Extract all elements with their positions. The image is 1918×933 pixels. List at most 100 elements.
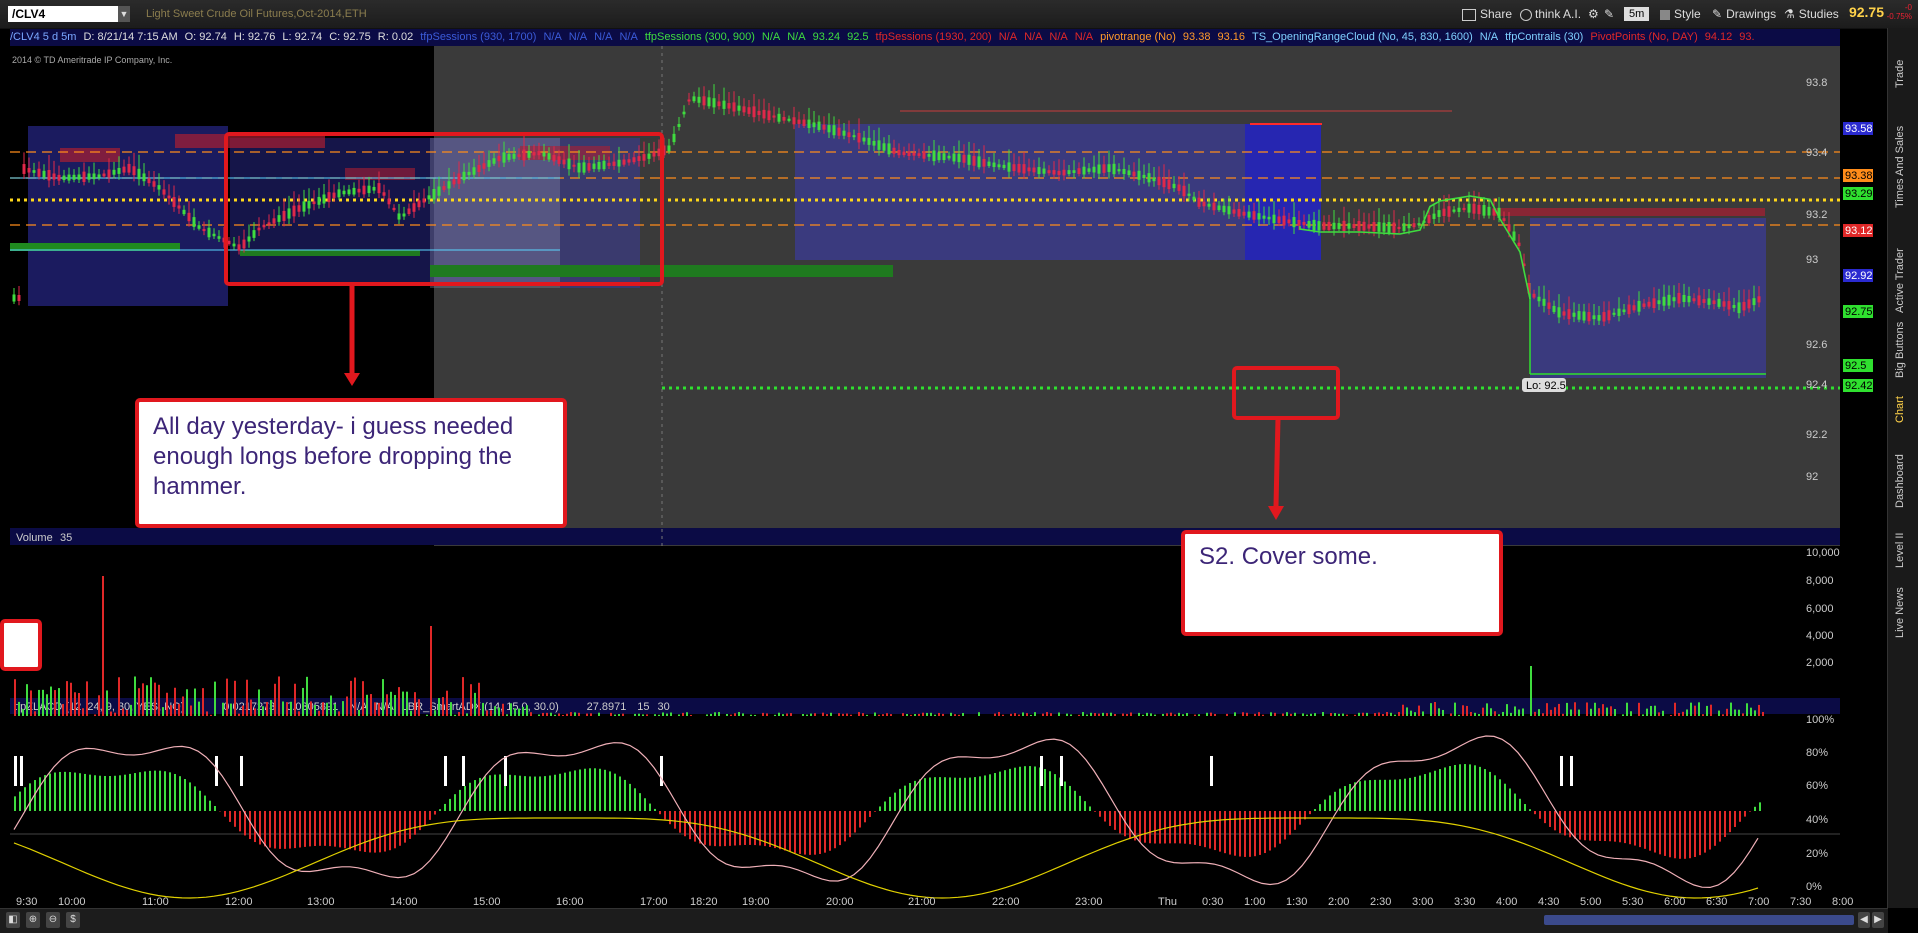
volume-bar [1638, 703, 1640, 716]
histogram-bar [159, 771, 161, 811]
symbol-dropdown-icon[interactable]: ▼ [118, 6, 130, 22]
panel-toggle-icon[interactable]: ◧ [6, 912, 20, 928]
histogram-bar [919, 779, 921, 811]
horizontal-scrollbar[interactable] [1544, 915, 1854, 925]
sidebar-tab-big-buttons[interactable]: Big Buttons [1894, 322, 1906, 378]
histogram-bar [1214, 811, 1216, 850]
candle-body [623, 159, 626, 164]
volume-bar [562, 715, 564, 716]
histogram-bar [84, 774, 86, 811]
volume-bar [566, 714, 568, 716]
scroll-left-icon[interactable]: ◀ [1858, 912, 1870, 928]
volume-bar [118, 677, 120, 716]
histogram-bar [714, 811, 716, 846]
zoom-out-icon[interactable]: ⊖ [46, 912, 60, 928]
candle-body [518, 154, 521, 156]
volume-bar [98, 695, 100, 716]
volume-bar [154, 683, 156, 716]
candle-body [918, 153, 921, 156]
think-ai-icon [1520, 9, 1532, 21]
volume-bar [930, 713, 932, 716]
candle-body [638, 156, 641, 161]
candle-body [928, 154, 931, 157]
indicator-axis-label: 100% [1806, 714, 1834, 726]
histogram-bar [1444, 767, 1446, 811]
share-button[interactable]: Share [1462, 5, 1512, 23]
volume-bar [1626, 703, 1628, 716]
zoom-in-icon[interactable]: ⊕ [26, 912, 40, 928]
volume-bar [554, 715, 556, 716]
candle-body [1723, 301, 1726, 306]
indicator-legend-item[interactable]: 15 [637, 701, 649, 713]
histogram-bar [1399, 779, 1401, 811]
candle-body [263, 225, 266, 228]
sidebar-tab-live-news[interactable]: Live News [1894, 587, 1906, 638]
volume-bar [234, 681, 236, 716]
sidebar-tab-level-ii[interactable]: Level II [1894, 533, 1906, 568]
candle-body [578, 163, 581, 173]
volume-bar [1210, 713, 1212, 716]
volume-axis-label: 10,000 [1806, 547, 1840, 559]
indicator-legend-item[interactable]: 27.8971 [587, 701, 627, 713]
indicator-legend-item[interactable]: LBR_SmartADX (14, 15.0, 30.0) [402, 701, 559, 713]
histogram-bar [1724, 811, 1726, 837]
histogram-bar [674, 811, 676, 829]
candle-body [908, 152, 911, 156]
volume-bar [1406, 707, 1408, 716]
volume-bar [718, 712, 720, 716]
scroll-right-icon[interactable]: ▶ [1872, 912, 1884, 928]
histogram-bar [594, 768, 596, 811]
histogram-bar [1704, 811, 1706, 853]
volume-bar [838, 713, 840, 716]
candle-body [678, 124, 681, 127]
histogram-bar [444, 804, 446, 811]
candle-body [1053, 170, 1056, 174]
histogram-bar [154, 771, 156, 811]
histogram-bar [1464, 764, 1466, 811]
candle-body [1728, 301, 1731, 309]
candle-body [128, 164, 131, 173]
volume-bar [282, 701, 284, 716]
sidebar-tab-times-and-sales[interactable]: Times And Sales [1894, 126, 1906, 208]
sidebar-tab-trade[interactable]: Trade [1894, 60, 1906, 88]
price-axis-label: 93 [1806, 254, 1818, 266]
candle-body [1263, 216, 1266, 219]
candle-body [1478, 205, 1481, 214]
volume-bar [1442, 710, 1444, 716]
sidebar-tab-dashboard[interactable]: Dashboard [1894, 454, 1906, 508]
candle-body [793, 117, 796, 124]
time-axis-label: 1:00 [1244, 896, 1265, 908]
volume-bar [1694, 706, 1696, 716]
histogram-bar [859, 811, 861, 828]
sidebar-tab-chart[interactable]: Chart [1894, 396, 1906, 423]
histogram-bar [524, 776, 526, 811]
candle-body [1248, 212, 1251, 218]
candle-body [283, 211, 286, 221]
symbol-input[interactable]: /CLV4 [8, 6, 128, 22]
drawings-button[interactable]: ✎Drawings [1712, 5, 1776, 23]
think-ai-button[interactable]: think A.I. [1520, 5, 1581, 23]
histogram-highlight [444, 756, 447, 786]
annotation-note-edge [0, 619, 42, 671]
volume-bar [1510, 713, 1512, 716]
studies-button[interactable]: ⚗Studies [1784, 5, 1839, 23]
volume-bar [570, 712, 572, 716]
histogram-bar [1174, 811, 1176, 843]
volume-bar [1506, 704, 1508, 716]
histogram-bar [1614, 811, 1616, 842]
settings-icon[interactable]: ⚙ [1588, 5, 1599, 23]
candle-body [468, 172, 471, 175]
candle-body [1183, 186, 1186, 196]
histogram-bar [249, 811, 251, 839]
volume-bar [410, 711, 412, 716]
wrench-icon[interactable]: ✎ [1604, 5, 1614, 23]
timeframe-button[interactable]: 5m [1624, 7, 1649, 21]
candle-body [1033, 168, 1036, 173]
dollar-icon[interactable]: $ [66, 912, 80, 928]
sidebar-tab-active-trader[interactable]: Active Trader [1894, 248, 1906, 313]
volume-bar [1418, 706, 1420, 716]
volume-bar [1614, 709, 1616, 716]
style-button[interactable]: Style [1660, 5, 1701, 23]
histogram-bar [729, 811, 731, 846]
indicator-legend-item[interactable]: 30 [658, 701, 670, 713]
